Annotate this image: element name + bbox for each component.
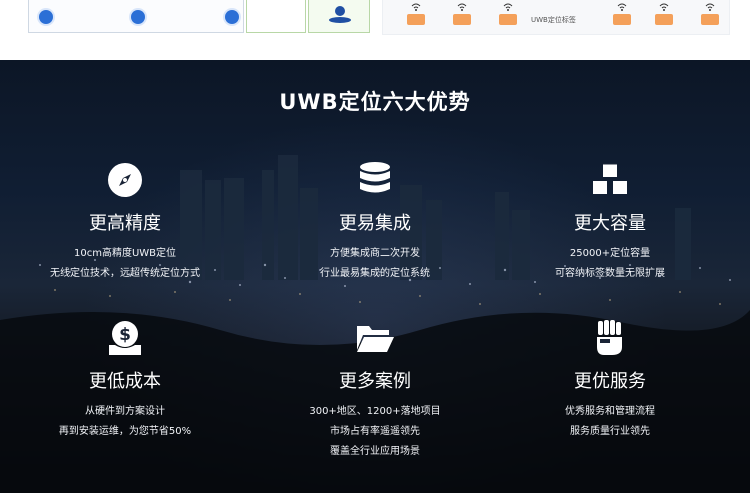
node-icon xyxy=(39,10,53,24)
feature-precision: 更高精度 10cm高精度UWB定位 无线定位技术，远超传统定位方式 xyxy=(0,160,250,284)
wifi-icon xyxy=(411,3,421,11)
anchor-device xyxy=(655,14,673,25)
feature-desc-line: 市场占有率遥遥领先 xyxy=(330,426,420,437)
feature-desc-line: 再到安装运维，为您节省50% xyxy=(58,426,192,437)
feature-title: 更大容量 xyxy=(574,213,646,234)
diagram-panel-mid xyxy=(246,0,306,33)
node-icon xyxy=(131,10,145,24)
feature-desc-line: 无线定位技术，远超传统定位方式 xyxy=(50,268,200,279)
anchor-device xyxy=(407,14,425,25)
feature-desc-line: 行业最易集成的定位系统 xyxy=(320,268,430,279)
folder-open-icon xyxy=(355,318,395,358)
feature-integration: 更易集成 方便集成商二次开发 行业最易集成的定位系统 xyxy=(250,160,500,284)
feature-cost: $ 更低成本 从硬件到方案设计 再到安装运维，为您节省50% xyxy=(0,318,250,442)
cubes-icon xyxy=(590,160,630,200)
feature-title: 更易集成 xyxy=(339,213,411,234)
node-icon xyxy=(225,10,239,24)
wifi-icon xyxy=(659,3,669,11)
wifi-icon xyxy=(617,3,627,11)
feature-capacity: 更大容量 25000+定位容量 可容纳标签数量无限扩展 xyxy=(485,160,735,284)
feature-desc-line: 可容纳标签数量无限扩展 xyxy=(555,268,665,279)
anchor-device xyxy=(499,14,517,25)
anchor-device xyxy=(613,14,631,25)
anchor-diagram: UWB定位标签 xyxy=(382,0,730,35)
location-pin-icon xyxy=(335,6,345,16)
diagram-panel-left xyxy=(28,0,244,33)
diagram-panel-pin xyxy=(308,0,370,33)
feature-service: 更优服务 优秀服务和管理流程 服务质量行业领先 xyxy=(485,318,735,442)
wifi-icon xyxy=(503,3,513,11)
feature-title: 更优服务 xyxy=(574,371,646,392)
feature-desc-line: 服务质量行业领先 xyxy=(570,426,650,437)
feature-title: 更高精度 xyxy=(89,213,161,234)
feature-desc-line: 25000+定位容量 xyxy=(569,248,651,259)
feature-desc-line: 10cm高精度UWB定位 xyxy=(73,248,177,259)
tag-label: UWB定位标签 xyxy=(531,16,576,24)
feature-desc-line: 优秀服务和管理流程 xyxy=(565,406,655,417)
previous-section-strip: UWB定位标签 xyxy=(0,0,750,60)
feature-desc-line: 300+地区、1200+落地项目 xyxy=(309,406,441,417)
compass-icon xyxy=(105,160,145,200)
section-title: UWB定位六大优势 xyxy=(279,90,471,114)
location-pin-base xyxy=(329,17,351,23)
anchor-device xyxy=(701,14,719,25)
advantages-section: UWB定位六大优势 更高精度 10cm高精度UWB定位 无线定位技术，远超传统定… xyxy=(0,60,750,493)
anchor-device xyxy=(453,14,471,25)
wifi-icon xyxy=(705,3,715,11)
feature-title: 更低成本 xyxy=(89,371,161,392)
database-icon xyxy=(355,160,395,200)
svg-text:$: $ xyxy=(119,325,131,345)
feature-cases: 更多案例 300+地区、1200+落地项目 市场占有率遥遥领先 覆盖全行业应用场… xyxy=(250,318,500,462)
wifi-icon xyxy=(457,3,467,11)
feature-desc-line: 覆盖全行业应用场景 xyxy=(330,446,420,457)
feature-desc-line: 从硬件到方案设计 xyxy=(85,406,165,417)
feature-desc-line: 方便集成商二次开发 xyxy=(330,248,420,259)
money-icon: $ xyxy=(105,318,145,358)
fist-icon xyxy=(590,318,630,358)
feature-title: 更多案例 xyxy=(339,371,411,392)
